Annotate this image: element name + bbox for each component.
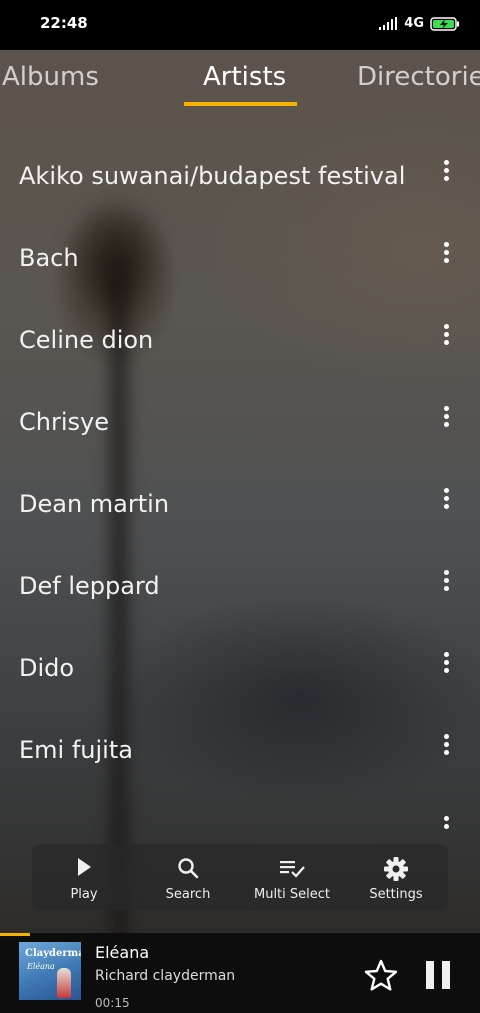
artist-name: Def leppard bbox=[19, 572, 160, 600]
list-item[interactable]: Chrisye bbox=[0, 378, 480, 460]
artist-name: Dido bbox=[19, 654, 75, 682]
pause-button[interactable] bbox=[424, 961, 452, 991]
artist-name: Bach bbox=[19, 244, 79, 272]
artist-name: Celine dion bbox=[19, 326, 154, 354]
tab-albums[interactable]: Albums bbox=[2, 62, 99, 92]
action-toolbar: Play Search Multi Select Settings bbox=[32, 844, 448, 910]
pause-icon bbox=[426, 961, 434, 989]
network-type: 4G bbox=[404, 16, 424, 31]
play-label: Play bbox=[70, 887, 98, 902]
list-item[interactable]: Akiko suwanai/budapest festival bbox=[0, 132, 480, 214]
more-vertical-icon[interactable] bbox=[432, 734, 460, 758]
signal-icon bbox=[379, 16, 398, 30]
more-vertical-icon[interactable] bbox=[432, 406, 460, 430]
status-time: 22:48 bbox=[40, 14, 88, 32]
album-art-text: Clayderman bbox=[25, 948, 81, 959]
more-vertical-icon[interactable] bbox=[432, 324, 460, 348]
active-tab-indicator bbox=[184, 102, 297, 106]
more-vertical-icon[interactable] bbox=[432, 570, 460, 594]
artist-name: Akiko suwanai/budapest festival bbox=[19, 162, 406, 190]
star-outline-icon bbox=[364, 959, 398, 991]
list-item[interactable]: Emi fujita bbox=[0, 706, 480, 788]
now-playing-bar[interactable]: Clayderman Eléana Eléana Richard clayder… bbox=[0, 933, 480, 1013]
playback-progress bbox=[0, 933, 30, 936]
gear-icon bbox=[384, 857, 408, 881]
artist-name: Chrisye bbox=[19, 408, 109, 436]
play-icon bbox=[78, 858, 91, 876]
settings-label: Settings bbox=[369, 887, 423, 902]
list-item[interactable] bbox=[0, 788, 480, 832]
play-button[interactable]: Play bbox=[32, 844, 136, 910]
playlist-check-icon bbox=[280, 861, 305, 878]
tab-directories[interactable]: Directories bbox=[357, 62, 480, 92]
elapsed-time: 00:15 bbox=[95, 996, 130, 1010]
multi-select-button[interactable]: Multi Select bbox=[240, 844, 344, 910]
search-icon bbox=[178, 858, 199, 879]
favorite-button[interactable] bbox=[364, 959, 398, 995]
track-title: Eléana bbox=[95, 943, 150, 962]
artist-list: Akiko suwanai/budapest festival Bach Cel… bbox=[0, 132, 480, 832]
track-artist: Richard clayderman bbox=[95, 968, 236, 984]
pause-icon-bar bbox=[442, 961, 450, 989]
more-vertical-icon[interactable] bbox=[432, 816, 460, 832]
status-bar: 22:48 4G bbox=[0, 0, 480, 50]
more-vertical-icon[interactable] bbox=[432, 242, 460, 266]
album-art-figure bbox=[57, 968, 71, 998]
more-vertical-icon[interactable] bbox=[432, 652, 460, 676]
tab-artists[interactable]: Artists bbox=[203, 62, 286, 92]
list-item[interactable]: Celine dion bbox=[0, 296, 480, 378]
artist-name: Dean martin bbox=[19, 490, 170, 518]
search-button[interactable]: Search bbox=[136, 844, 240, 910]
more-vertical-icon[interactable] bbox=[432, 160, 460, 184]
list-item[interactable]: Dido bbox=[0, 624, 480, 706]
battery-charging-icon bbox=[430, 16, 459, 31]
artist-name: Emi fujita bbox=[19, 736, 133, 764]
multi-select-label: Multi Select bbox=[253, 887, 330, 902]
list-item[interactable]: Def leppard bbox=[0, 542, 480, 624]
album-art-subtext: Eléana bbox=[27, 962, 55, 971]
search-label: Search bbox=[165, 887, 211, 902]
settings-button[interactable]: Settings bbox=[344, 844, 448, 910]
list-item[interactable]: Dean martin bbox=[0, 460, 480, 542]
status-indicators: 4G bbox=[378, 16, 460, 31]
more-vertical-icon[interactable] bbox=[432, 488, 460, 512]
list-item[interactable]: Bach bbox=[0, 214, 480, 296]
album-art[interactable]: Clayderman Eléana bbox=[19, 942, 81, 1000]
